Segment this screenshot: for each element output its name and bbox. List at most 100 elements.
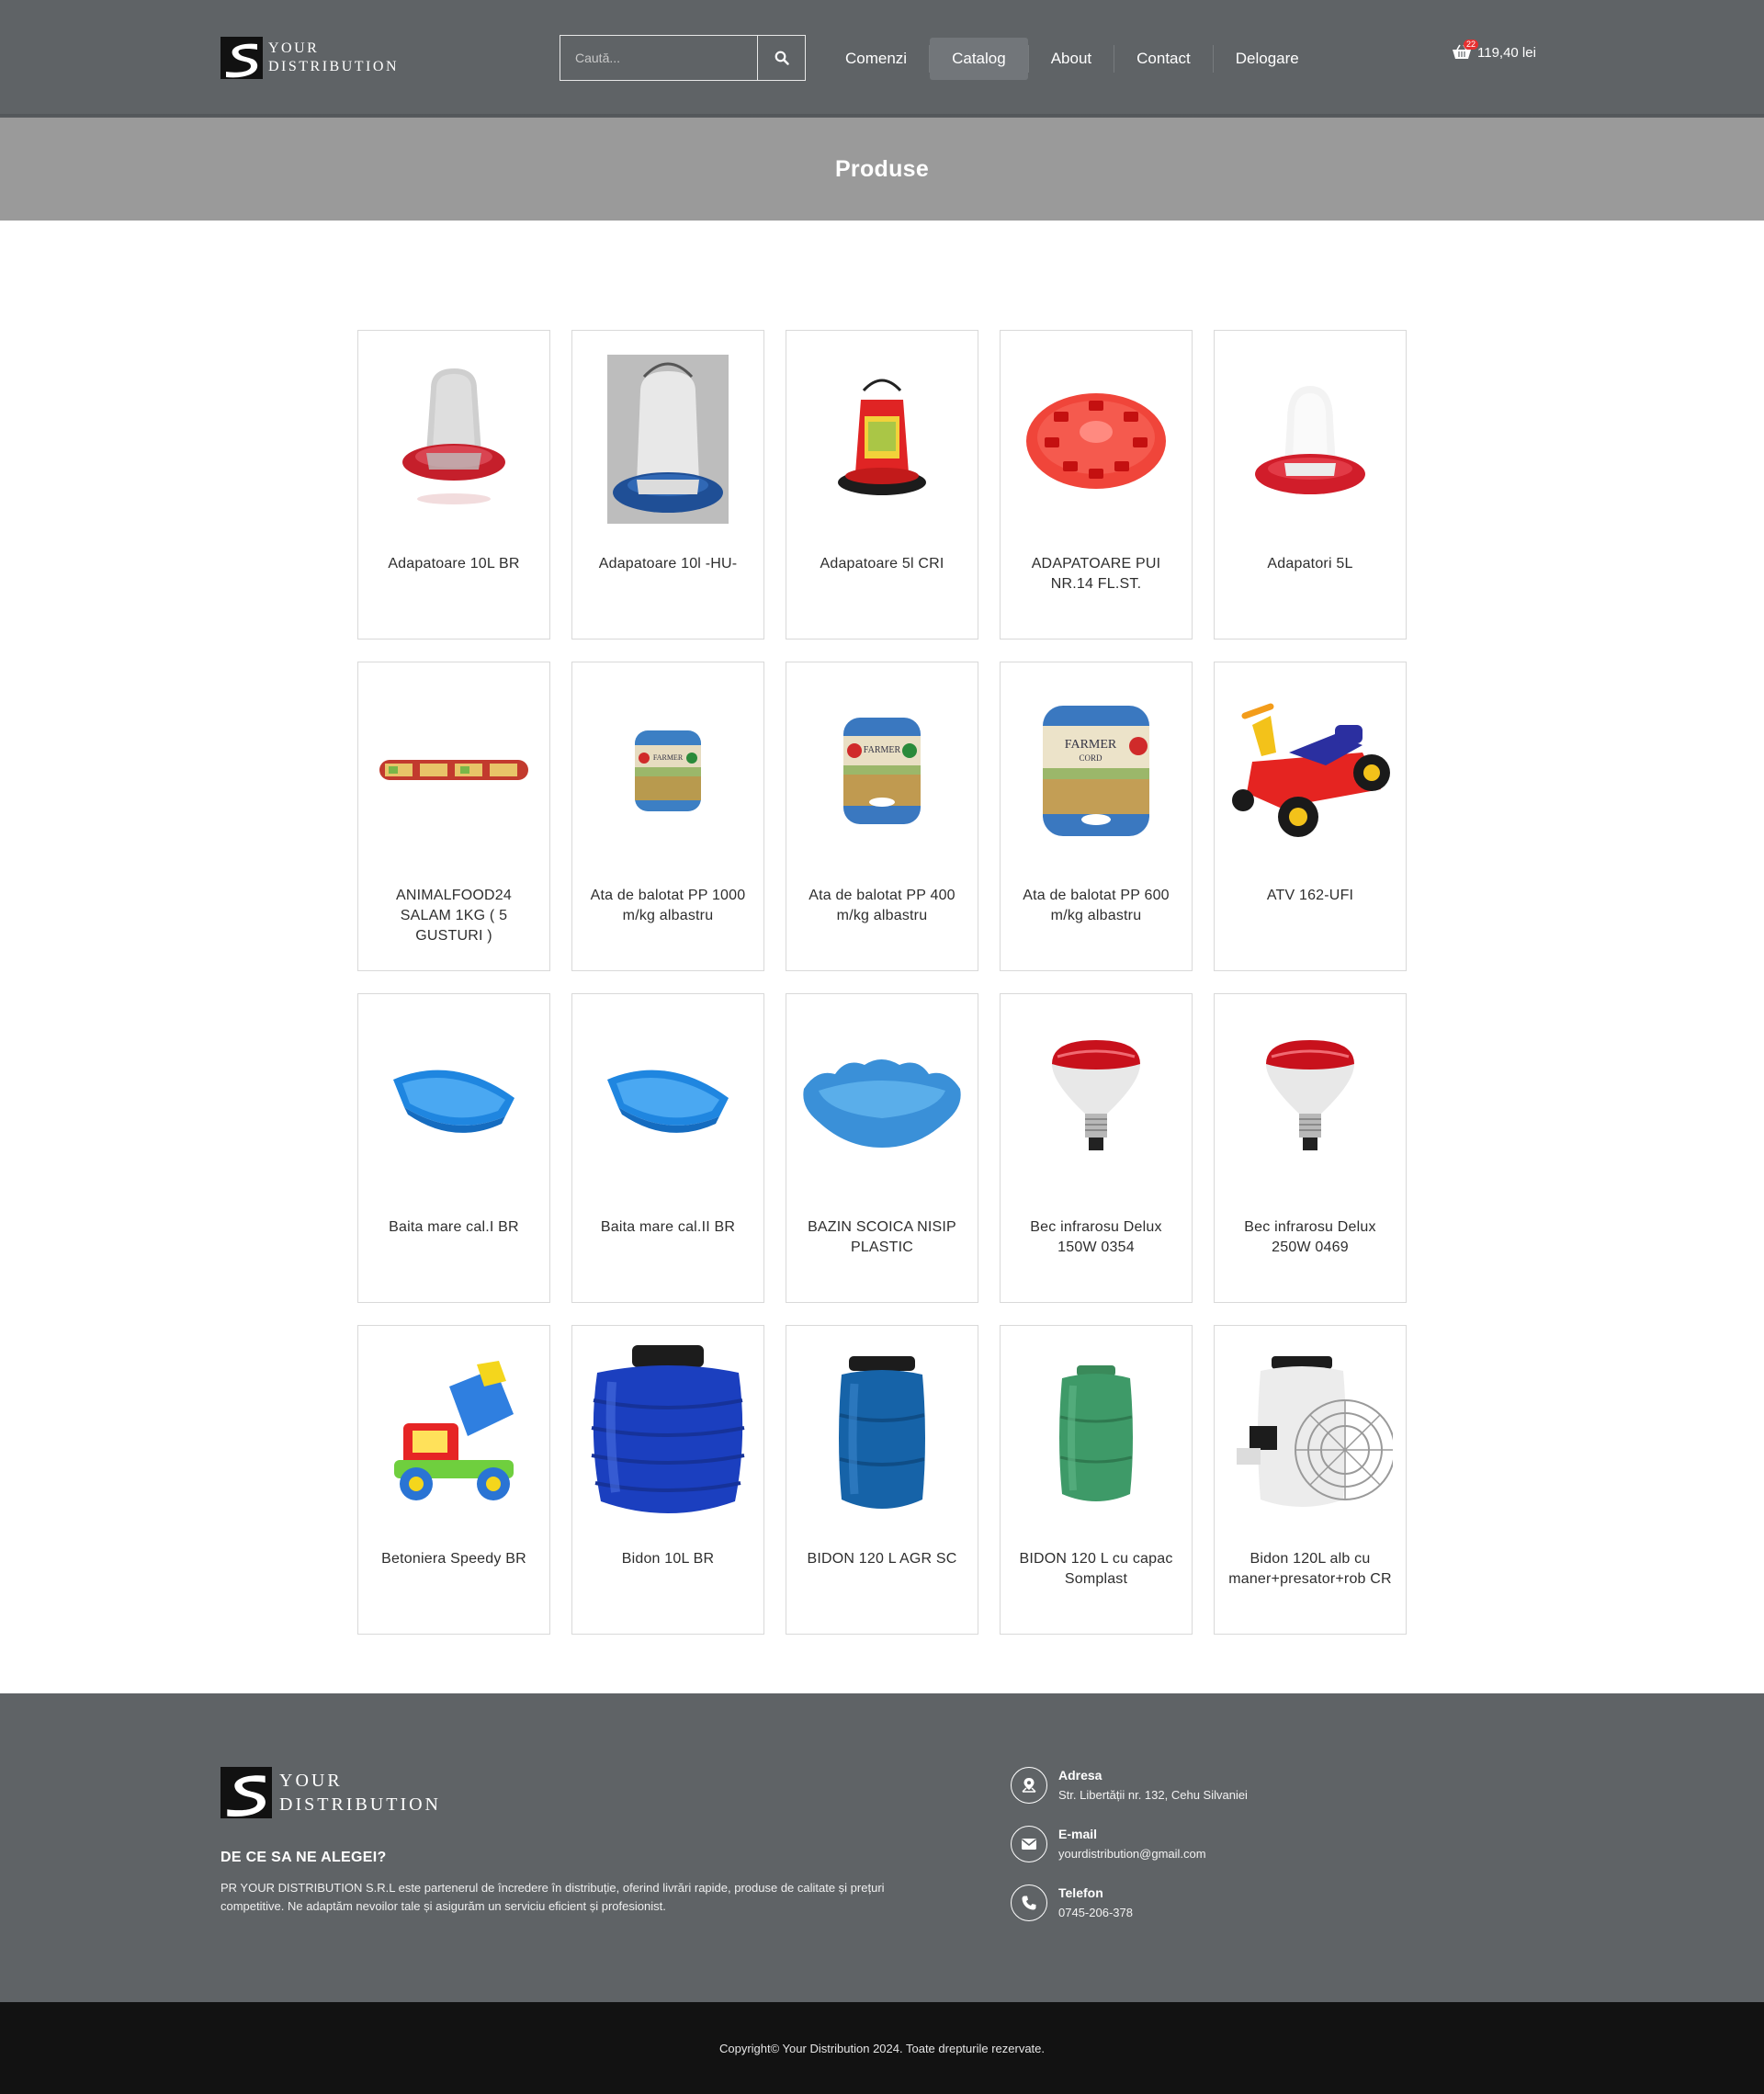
product-card[interactable]: ANIMALFOOD24 SALAM 1KG ( 5 GUSTURI ) — [357, 662, 550, 971]
contact-phone-value[interactable]: 0745-206-378 — [1058, 1906, 1133, 1919]
product-name: Adapatoare 10l -HU- — [598, 556, 738, 572]
phone-icon — [1011, 1885, 1047, 1921]
barrel-green-image — [1001, 1342, 1191, 1526]
svg-text:CORD: CORD — [1079, 753, 1102, 763]
logo-line1: YOUR — [268, 40, 320, 56]
product-card[interactable]: BIDON 120 L AGR SC — [786, 1325, 978, 1635]
page-title-band: Produse — [0, 118, 1764, 221]
main-nav: Comenzi Catalog About Contact Delogare — [823, 37, 1321, 81]
product-name: Ata de balotat PP 600 m/kg albastru — [1023, 888, 1170, 923]
product-name: ANIMALFOOD24 SALAM 1KG ( 5 GUSTURI ) — [396, 888, 512, 944]
drinker-red-base-image — [358, 347, 548, 531]
product-card[interactable]: Adapatoare 10l -HU- — [571, 330, 764, 640]
nav-catalog[interactable]: Catalog — [930, 38, 1028, 80]
contact-email-value[interactable]: yourdistribution@gmail.com — [1058, 1847, 1206, 1861]
infrared-bulb-image — [1215, 1011, 1405, 1194]
toy-atv-image — [1215, 679, 1405, 863]
footer-logo-line1: YOUR — [279, 1771, 343, 1791]
product-name: Bec infrarosu Delux 150W 0354 — [1030, 1219, 1162, 1255]
cart-count-badge: 22 — [1464, 40, 1479, 50]
product-name: Adapatori 5L — [1267, 556, 1353, 572]
product-card[interactable]: BIDON 120 L cu capac Somplast — [1000, 1325, 1193, 1635]
product-name: Ata de balotat PP 400 m/kg albastru — [808, 888, 956, 923]
product-card[interactable]: Bidon 10L BR — [571, 1325, 764, 1635]
product-name: Ata de balotat PP 1000 m/kg albastru — [590, 888, 746, 923]
logo-mark-icon — [220, 1767, 272, 1818]
product-card[interactable]: FARMER Ata de balotat PP 1000 m/kg albas… — [571, 662, 764, 971]
contact-email: E-mail yourdistribution@gmail.com — [1011, 1826, 1248, 1885]
drinker-red-small-image — [1215, 347, 1405, 531]
toy-mixer-truck-image — [358, 1342, 548, 1526]
product-name: BIDON 120 L cu capac Somplast — [1019, 1551, 1173, 1587]
plastic-tub-blue-image — [358, 1011, 548, 1194]
product-name: Bidon 120L alb cu maner+presator+rob CR — [1228, 1551, 1392, 1587]
site-header: YOUR DISTRIBUTION Comenzi Catalog About … — [0, 0, 1764, 118]
why-choose-title: DE CE SA NE ALEGEI? — [220, 1850, 387, 1865]
product-card[interactable]: Baita mare cal.I BR — [357, 993, 550, 1303]
footer-logo[interactable]: YOUR DISTRIBUTION — [220, 1767, 441, 1818]
twine-roll-small-image: FARMER — [572, 679, 763, 863]
contact-list: Adresa Str. Libertății nr. 132, Cehu Sil… — [1011, 1767, 1248, 1943]
plastic-tub-blue-image — [572, 1011, 763, 1194]
product-card[interactable]: ATV 162-UFI — [1214, 662, 1407, 971]
search-button[interactable] — [757, 36, 805, 80]
search-icon — [775, 51, 789, 65]
nav-comenzi[interactable]: Comenzi — [823, 38, 929, 80]
product-name: Betoniera Speedy BR — [381, 1551, 526, 1567]
why-choose-text: PR YOUR DISTRIBUTION S.R.L este partener… — [220, 1881, 885, 1913]
product-card[interactable]: BAZIN SCOICA NISIP PLASTIC — [786, 993, 978, 1303]
contact-phone: Telefon 0745-206-378 — [1011, 1885, 1248, 1943]
drinker-blue-base-image — [572, 347, 763, 531]
contact-address-value: Str. Libertății nr. 132, Cehu Silvaniei — [1058, 1788, 1248, 1802]
contact-address: Adresa Str. Libertății nr. 132, Cehu Sil… — [1011, 1767, 1248, 1826]
contact-address-label: Adresa — [1058, 1768, 1102, 1783]
product-name: BAZIN SCOICA NISIP PLASTIC — [808, 1219, 956, 1255]
product-card[interactable]: Bec infrarosu Delux 150W 0354 — [1000, 993, 1193, 1303]
product-name: Bec infrarosu Delux 250W 0469 — [1244, 1219, 1376, 1255]
product-card[interactable]: FARMER CORD Ata de balotat PP 600 m/kg a… — [1000, 662, 1193, 971]
infrared-bulb-image — [1001, 1011, 1191, 1194]
product-card[interactable]: ADAPATOARE PUI NR.14 FL.ST. — [1000, 330, 1193, 640]
twine-roll-medium-image: FARMER — [786, 679, 977, 863]
copyright-bar: Copyright© Your Distribution 2024. Toate… — [0, 2002, 1764, 2094]
product-card[interactable]: Baita mare cal.II BR — [571, 993, 764, 1303]
barrel-blue-wide-image — [572, 1342, 763, 1526]
product-grid: Adapatoare 10L BR Adapatoare 10l -HU- Ad… — [357, 330, 1407, 1635]
nav-about[interactable]: About — [1029, 38, 1114, 80]
product-name: Adapatoare 5l CRI — [820, 556, 944, 572]
product-card[interactable]: Adapatori 5L — [1214, 330, 1407, 640]
site-footer: YOUR DISTRIBUTION DE CE SA NE ALEGEI? PR… — [0, 1693, 1764, 2002]
contact-email-label: E-mail — [1058, 1827, 1098, 1841]
product-card[interactable]: Bidon 120L alb cu maner+presator+rob CR — [1214, 1325, 1407, 1635]
nav-contact[interactable]: Contact — [1114, 38, 1213, 80]
product-card[interactable]: Adapatoare 10L BR — [357, 330, 550, 640]
product-name: ATV 162-UFI — [1266, 888, 1354, 903]
svg-text:FARMER: FARMER — [652, 753, 683, 762]
copyright-text: Copyright© Your Distribution 2024. Toate… — [718, 2041, 1046, 2055]
product-name: ADAPATOARE PUI NR.14 FL.ST. — [1031, 556, 1161, 592]
footer-logo-line2: DISTRIBUTION — [279, 1794, 441, 1815]
barrel-white-press-image — [1215, 1342, 1405, 1526]
cart-total: 119,40 lei — [1477, 44, 1536, 61]
envelope-icon — [1011, 1826, 1047, 1862]
product-name: Baita mare cal.II BR — [600, 1219, 736, 1235]
product-name: Bidon 10L BR — [621, 1551, 715, 1567]
product-card[interactable]: Adapatoare 5l CRI — [786, 330, 978, 640]
barrel-blue-tall-image — [786, 1342, 977, 1526]
svg-text:FARMER: FARMER — [863, 745, 900, 755]
product-card[interactable]: Betoniera Speedy BR — [357, 1325, 550, 1635]
map-icon — [1011, 1767, 1047, 1804]
chick-feeder-plate-image — [1001, 347, 1191, 531]
search-input[interactable] — [560, 36, 757, 80]
contact-phone-label: Telefon — [1058, 1885, 1103, 1900]
product-card[interactable]: FARMER Ata de balotat PP 400 m/kg albast… — [786, 662, 978, 971]
page-title: Produse — [834, 155, 930, 182]
product-card[interactable]: Bec infrarosu Delux 250W 0469 — [1214, 993, 1407, 1303]
nav-delogare[interactable]: Delogare — [1214, 38, 1321, 80]
logo[interactable]: YOUR DISTRIBUTION — [220, 37, 399, 79]
product-name: Adapatoare 10L BR — [388, 556, 520, 572]
cart-button[interactable]: 22 119,40 lei — [1452, 40, 1536, 61]
logo-mark-icon — [220, 37, 263, 79]
feeder-red-image — [786, 347, 977, 531]
product-name: Baita mare cal.I BR — [389, 1219, 519, 1235]
